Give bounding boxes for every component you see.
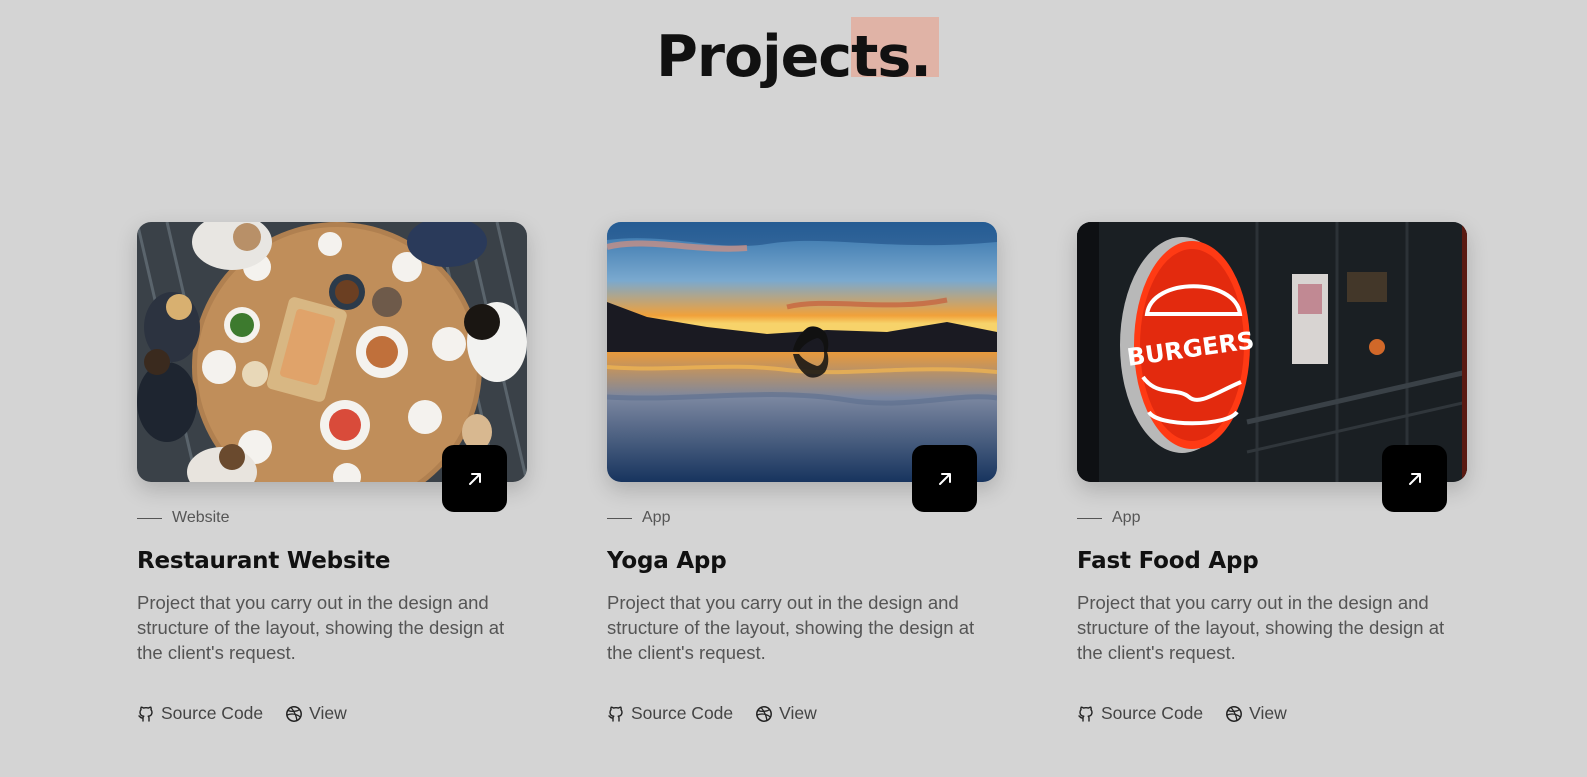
burger-sign-photo: BURGERS [1077,222,1467,482]
card-links: Source Code View [607,703,817,724]
dribbble-icon [286,705,303,722]
view-link[interactable]: View [1225,703,1287,724]
card-title: Restaurant Website [137,548,391,574]
header: Projects. [0,0,1587,110]
yoga-sunset-photo [607,222,997,482]
source-code-label: Source Code [631,703,734,723]
card-description: Project that you carry out in the design… [607,592,975,663]
card-links: Source Code View [1077,703,1287,724]
project-card-restaurant: Website Restaurant Website Project that … [137,222,527,723]
arrow-up-right-icon [1408,472,1421,485]
source-code-label: Source Code [161,703,264,723]
card-title: Fast Food App [1077,548,1259,574]
source-code-label: Source Code [1101,703,1204,723]
open-project-button[interactable] [442,445,507,512]
card-title: Yoga App [607,548,727,574]
open-project-button[interactable] [912,445,977,512]
card-links: Source Code View [137,703,347,724]
dribbble-icon [1226,705,1243,722]
card-media [607,222,997,512]
dribbble-icon [756,705,773,722]
card-media [137,222,527,512]
category-label: App [642,509,671,526]
source-code-link[interactable]: Source Code [607,703,733,724]
page-title: Projects. [656,24,932,90]
github-icon [138,705,153,722]
card-media: BURGERS [1077,222,1467,512]
category-divider [607,517,632,519]
source-code-link[interactable]: Source Code [1077,703,1203,724]
view-label: View [309,703,347,723]
source-code-link[interactable]: Source Code [137,703,263,724]
github-icon [608,705,623,722]
view-link[interactable]: View [755,703,817,724]
view-label: View [779,703,817,723]
github-icon [1078,705,1093,722]
project-card-yoga: App Yoga App Project that you carry out … [607,222,997,723]
arrow-up-right-icon [468,472,481,485]
category-divider [1077,517,1102,519]
category-divider [137,517,162,519]
restaurant-table-photo [137,222,527,482]
category-label: Website [172,509,230,526]
open-project-button[interactable] [1382,445,1447,512]
category-label: App [1112,509,1141,526]
card-description: Project that you carry out in the design… [137,592,505,663]
project-card-fast-food: BURGERS App Fast Food App Project that y… [1077,222,1467,723]
view-label: View [1249,703,1287,723]
arrow-up-right-icon [938,472,951,485]
view-link[interactable]: View [285,703,347,724]
card-description: Project that you carry out in the design… [1077,592,1445,663]
